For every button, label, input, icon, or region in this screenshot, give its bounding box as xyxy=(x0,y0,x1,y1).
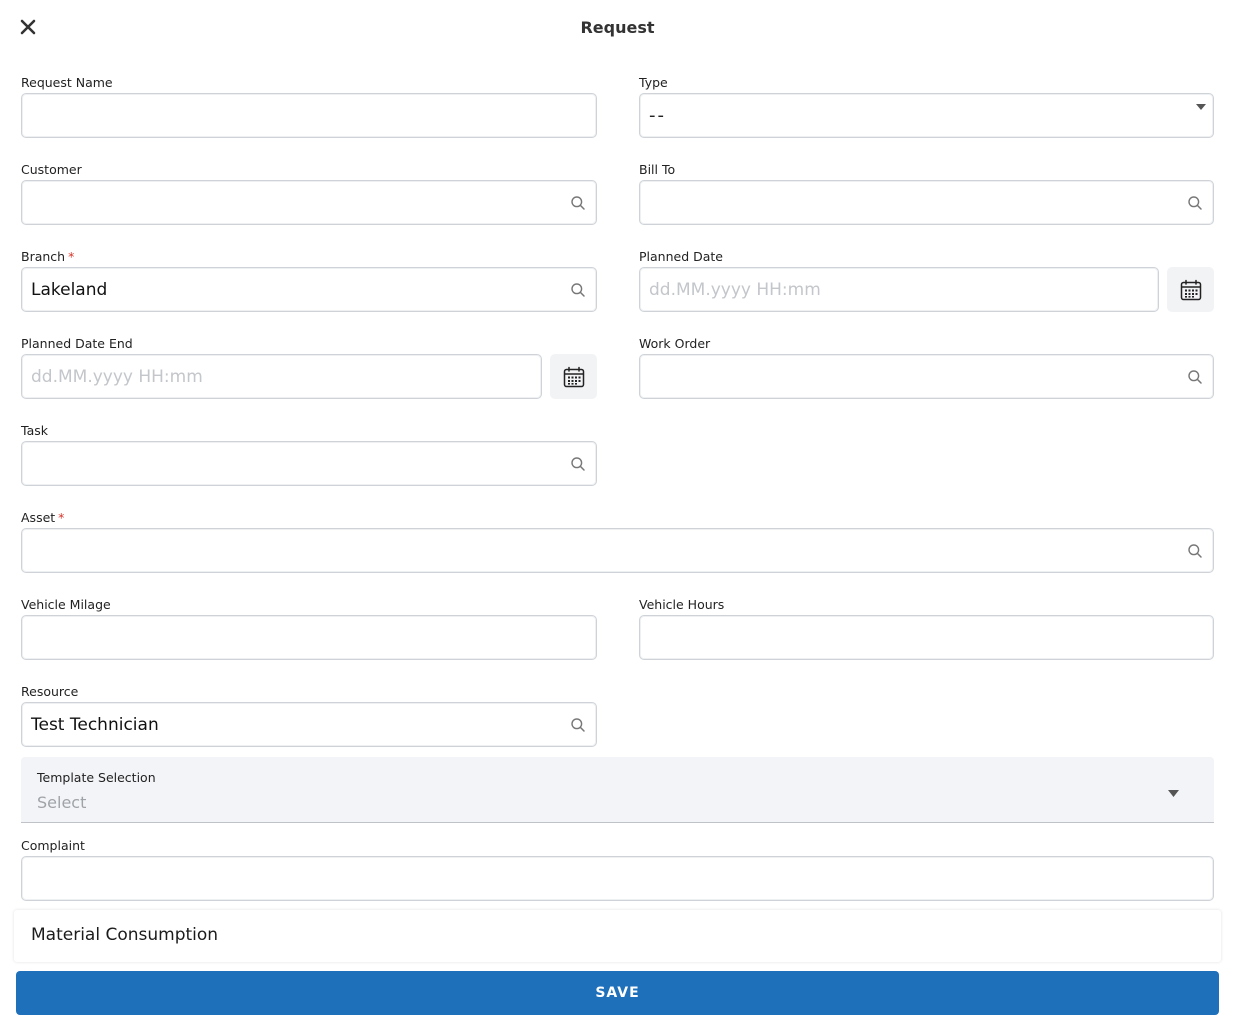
vehicle-milage-label: Vehicle Milage xyxy=(21,597,111,612)
vehicle-milage-input[interactable] xyxy=(21,615,597,660)
template-selection-value: Select xyxy=(37,793,87,812)
planned-date-field: Planned Date dd.MM.yyyy HH:mm xyxy=(639,248,1159,312)
search-icon[interactable] xyxy=(570,282,586,298)
required-marker: * xyxy=(68,249,75,264)
calendar-icon xyxy=(1180,279,1201,300)
customer-input[interactable] xyxy=(21,180,597,225)
branch-value: Lakeland xyxy=(31,279,108,300)
save-button[interactable]: SAVE xyxy=(16,971,1219,1015)
vehicle-hours-label: Vehicle Hours xyxy=(639,597,725,612)
template-selection-select[interactable]: Template Selection Select xyxy=(21,757,1214,823)
type-value: -- xyxy=(649,105,666,126)
complaint-input[interactable] xyxy=(21,856,1214,901)
search-icon[interactable] xyxy=(570,195,586,211)
work-order-input[interactable] xyxy=(639,354,1214,399)
resource-input[interactable]: Test Technician xyxy=(21,702,597,747)
work-order-field: Work Order xyxy=(639,335,1214,399)
complaint-label: Complaint xyxy=(21,838,85,853)
asset-field: Asset * xyxy=(21,509,1214,573)
task-input[interactable] xyxy=(21,441,597,486)
search-icon[interactable] xyxy=(1187,543,1203,559)
asset-label-text: Asset xyxy=(21,510,56,525)
vehicle-hours-field: Vehicle Hours xyxy=(639,596,1214,660)
planned-date-placeholder: dd.MM.yyyy HH:mm xyxy=(649,279,821,300)
planned-date-label: Planned Date xyxy=(639,249,723,264)
planned-date-end-placeholder: dd.MM.yyyy HH:mm xyxy=(31,366,203,387)
resource-field: Resource Test Technician xyxy=(21,683,597,747)
planned-date-end-input[interactable]: dd.MM.yyyy HH:mm xyxy=(21,354,542,399)
bill-to-label: Bill To xyxy=(639,162,676,177)
template-selection-label: Template Selection xyxy=(37,770,156,785)
search-icon[interactable] xyxy=(1187,195,1203,211)
branch-field: Branch * Lakeland xyxy=(21,248,597,312)
search-icon[interactable] xyxy=(570,717,586,733)
type-field: Type -- xyxy=(639,74,1214,138)
material-consumption-title: Material Consumption xyxy=(31,925,219,945)
header: Request xyxy=(0,0,1235,58)
planned-date-end-label: Planned Date End xyxy=(21,336,133,351)
complaint-field: Complaint xyxy=(21,837,1214,901)
asset-input[interactable] xyxy=(21,528,1214,573)
planned-date-calendar-button[interactable] xyxy=(1167,267,1214,312)
resource-value: Test Technician xyxy=(31,714,159,735)
calendar-icon xyxy=(563,366,584,387)
bill-to-input[interactable] xyxy=(639,180,1214,225)
planned-date-end-calendar-button[interactable] xyxy=(550,354,597,399)
task-field: Task xyxy=(21,422,597,486)
search-icon[interactable] xyxy=(1187,369,1203,385)
asset-label: Asset * xyxy=(21,509,1214,527)
customer-label: Customer xyxy=(21,162,82,177)
task-label: Task xyxy=(21,423,48,438)
vehicle-hours-input[interactable] xyxy=(639,615,1214,660)
search-icon[interactable] xyxy=(570,456,586,472)
branch-label-text: Branch xyxy=(21,249,66,264)
resource-label: Resource xyxy=(21,684,79,699)
required-marker: * xyxy=(58,510,65,525)
request-name-field: Request Name xyxy=(21,74,597,138)
branch-label: Branch * xyxy=(21,248,597,266)
request-name-input[interactable] xyxy=(21,93,597,138)
vehicle-milage-field: Vehicle Milage xyxy=(21,596,597,660)
customer-field: Customer xyxy=(21,161,597,225)
planned-date-input[interactable]: dd.MM.yyyy HH:mm xyxy=(639,267,1159,312)
branch-input[interactable]: Lakeland xyxy=(21,267,597,312)
type-label: Type xyxy=(639,75,668,90)
type-select[interactable]: -- xyxy=(639,93,1214,138)
dropdown-arrow-icon xyxy=(1196,104,1206,110)
request-name-label: Request Name xyxy=(21,75,113,90)
bill-to-field: Bill To xyxy=(639,161,1214,225)
page-title: Request xyxy=(580,18,655,37)
work-order-label: Work Order xyxy=(639,336,711,351)
material-consumption-section[interactable]: Material Consumption xyxy=(14,910,1221,962)
planned-date-end-field: Planned Date End dd.MM.yyyy HH:mm xyxy=(21,335,542,399)
dropdown-arrow-icon xyxy=(1168,790,1179,797)
